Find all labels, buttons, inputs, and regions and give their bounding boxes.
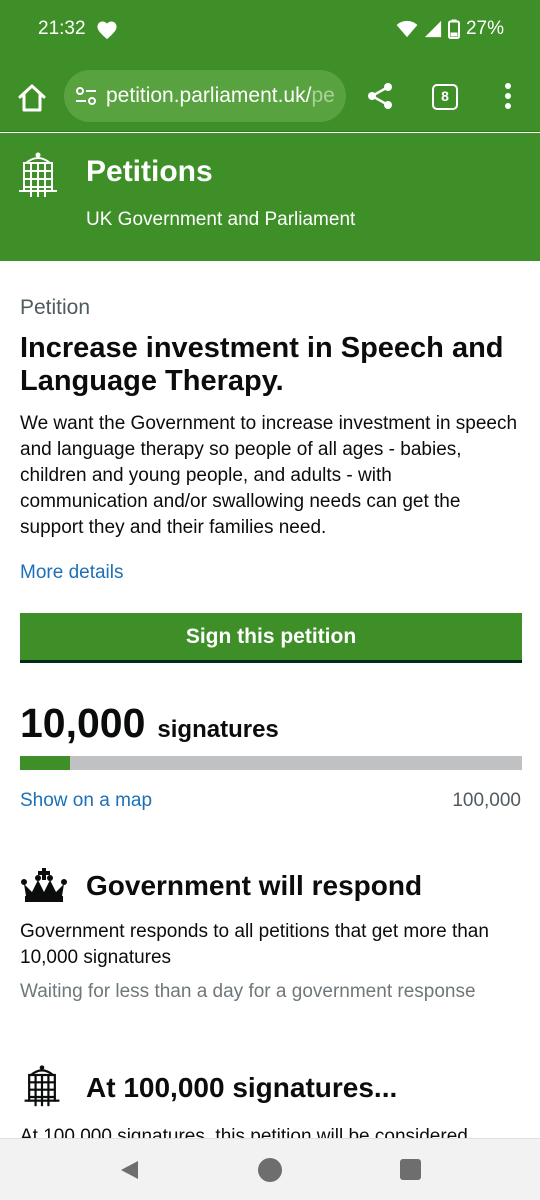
heart-icon bbox=[97, 21, 117, 40]
system-nav-bar bbox=[0, 1138, 540, 1200]
page-kicker: Petition bbox=[20, 296, 91, 319]
url-tail: pe bbox=[311, 84, 335, 107]
signature-target: 100,000 bbox=[452, 790, 521, 811]
signature-number: 10,000 bbox=[20, 700, 146, 746]
wifi-icon bbox=[396, 20, 418, 38]
site-title[interactable]: Petitions bbox=[86, 155, 213, 189]
more-details-link[interactable]: More details bbox=[20, 562, 124, 584]
signature-progress-bar bbox=[20, 756, 522, 770]
status-bar: 21:32 27% bbox=[0, 0, 540, 60]
parliament-debate-text: At 100,000 signatures, this petition wil… bbox=[20, 1126, 468, 1138]
url-main: petition.parliament.uk/ bbox=[106, 84, 312, 107]
portcullis-icon bbox=[19, 152, 57, 197]
battery-icon bbox=[447, 19, 460, 39]
site-settings-icon[interactable] bbox=[74, 84, 98, 108]
recents-icon[interactable] bbox=[400, 1159, 421, 1180]
share-icon[interactable] bbox=[366, 82, 394, 110]
government-respond-text: Government responds to all petitions tha… bbox=[20, 921, 489, 968]
petition-description: We want the Government to increase inves… bbox=[20, 413, 518, 538]
sign-petition-button[interactable]: Sign this petition bbox=[20, 613, 522, 663]
tabs-icon[interactable]: 8 bbox=[432, 84, 458, 110]
status-time: 21:32 bbox=[38, 18, 86, 39]
show-on-map-link[interactable]: Show on a map bbox=[20, 790, 152, 812]
site-header: Petitions UK Government and Parliament bbox=[0, 133, 540, 261]
signature-label: signatures bbox=[157, 716, 279, 743]
signature-progress-fill bbox=[20, 756, 71, 770]
signal-icon bbox=[424, 20, 442, 38]
url-text: petition.parliament.uk/pe bbox=[106, 84, 335, 108]
government-respond-title: Government will respond bbox=[86, 870, 423, 901]
petition-title: Increase investment in Speech and Langua… bbox=[20, 332, 504, 397]
battery-percentage: 27% bbox=[465, 18, 504, 39]
site-subtitle: UK Government and Parliament bbox=[86, 209, 356, 230]
home-icon[interactable] bbox=[16, 82, 48, 114]
crown-icon bbox=[21, 868, 67, 902]
browser-toolbar: petition.parliament.uk/pe 8 bbox=[0, 60, 540, 132]
more-vert-icon[interactable] bbox=[500, 82, 516, 110]
home-circle-icon[interactable] bbox=[258, 1158, 282, 1182]
back-icon[interactable] bbox=[118, 1159, 140, 1181]
signature-count: 10,000 signatures bbox=[20, 700, 279, 747]
address-bar[interactable]: petition.parliament.uk/pe bbox=[64, 70, 346, 122]
government-waiting-text: Waiting for less than a day for a govern… bbox=[20, 981, 476, 1002]
portcullis-icon bbox=[24, 1065, 60, 1107]
status-indicators: 27% bbox=[396, 18, 504, 40]
parliament-debate-title: At 100,000 signatures... bbox=[86, 1072, 398, 1103]
